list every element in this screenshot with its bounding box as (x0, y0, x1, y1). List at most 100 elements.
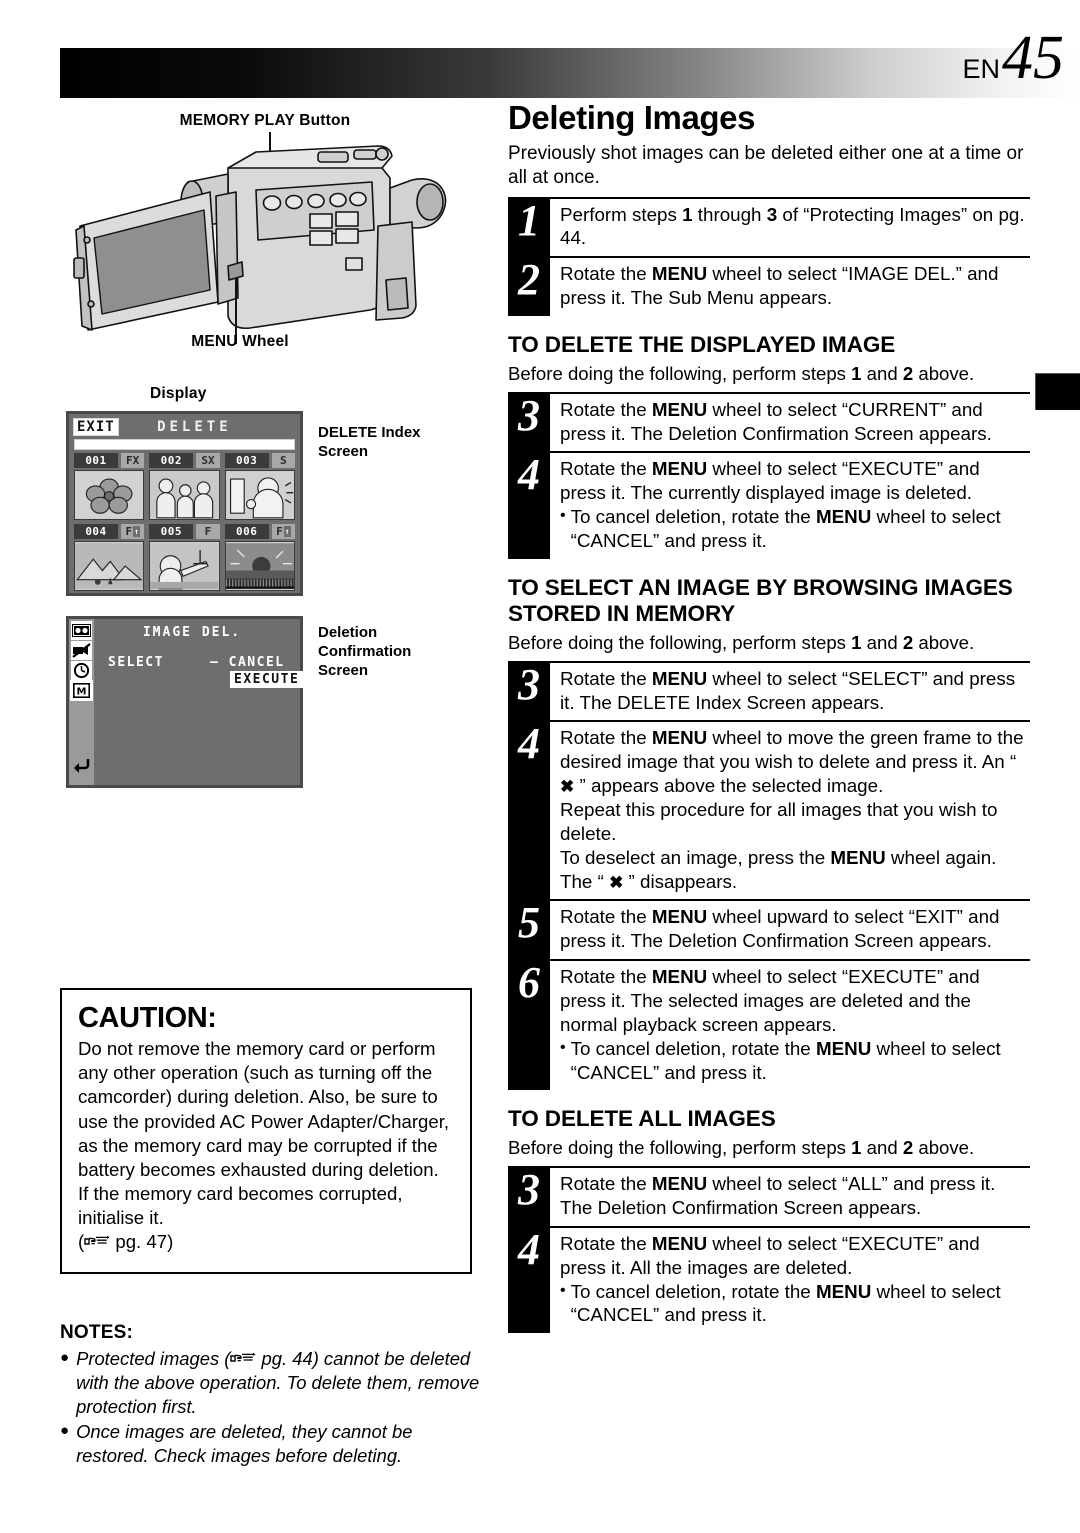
step-number: 4 (508, 1225, 550, 1334)
note-text: Protected images ( pg. 44) cannot be del… (76, 1348, 480, 1417)
step-text: Rotate the MENU wheel to select “CURRENT… (550, 391, 1030, 452)
confirmation-screen-title: IMAGE DEL. (142, 625, 242, 640)
caution-text: Do not remove the memory card or perform… (78, 1038, 450, 1229)
bullet-icon: • (560, 1281, 566, 1299)
step-number: 3 (508, 660, 550, 721)
thumbnail-tag: S (271, 453, 295, 468)
manual-page: EN 45 MEMORY PLAY Button MENU Wheel Disp… (0, 0, 1080, 1533)
step-bullet: • To cancel deletion, rotate the MENU whe… (560, 505, 1030, 553)
step-text: Rotate the MENU wheel upward to select “… (550, 899, 1030, 959)
delete-index-screen[interactable]: EXIT DELETE 001 FX 002 SX 003 S 004 F ↑ 005 F 006 F ↑ (66, 411, 303, 596)
deletion-confirmation-screen[interactable]: M IMAGE DEL. SELECT – CANCEL EXECUTE (66, 616, 304, 788)
section-heading: TO DELETE THE DISPLAYED IMAGE (508, 331, 896, 357)
cancel-option[interactable]: – CANCEL (210, 655, 285, 670)
thumbnail-grid: 001 FX 002 SX 003 S 004 F ↑ 005 F 006 F ↑ (74, 453, 295, 591)
step-number: 6 (508, 959, 550, 1091)
caution-ref: ( pg. 47) (78, 1231, 173, 1252)
right-column: Deleting Images Previously shot images c… (508, 99, 1030, 1334)
exit-button[interactable]: EXIT (73, 418, 119, 436)
thumbnail-number: 001 (74, 453, 118, 468)
caution-box: CAUTION: Do not remove the memory card o… (60, 988, 472, 1274)
instruction-step: 2 Rotate the MENU wheel to select “IMAGE … (508, 256, 1030, 316)
page-number-value: 45 (1002, 24, 1064, 92)
thumbnail-labels: 006 F ↑ (224, 524, 295, 539)
step-bullet: • To cancel deletion, rotate the MENU whe… (560, 1037, 1030, 1085)
bullet-icon: ● (60, 1422, 70, 1440)
thumbnail-number: 005 (149, 524, 194, 539)
instruction-step: 4 Rotate the MENU wheel to select “EXECUT… (508, 451, 1030, 559)
step-number: 4 (508, 451, 550, 559)
section-heading: TO DELETE ALL IMAGES (508, 1106, 776, 1132)
thumbnail-number: 006 (224, 524, 269, 539)
step-bullet-text: To cancel deletion, rotate the MENU whee… (570, 1280, 1001, 1326)
instructions-body: 1 Perform steps 1 through 3 of “Protectin… (508, 196, 1030, 1334)
bullet-icon: • (560, 1038, 566, 1056)
instruction-step: 3 Rotate the MENU wheel to select “SELECT… (508, 660, 1030, 721)
pointing-hand-icon (84, 1231, 110, 1255)
caution-heading: CAUTION: (78, 1002, 217, 1034)
step-number: 3 (508, 391, 550, 452)
steps-group-main: 1 Perform steps 1 through 3 of “Protectin… (508, 196, 1030, 316)
thumbnail-tag: FX (121, 453, 145, 468)
steps-group: 3 Rotate the MENU wheel to select “ALL” a… (508, 1166, 1030, 1334)
step-text: Perform steps 1 through 3 of “Protecting… (550, 196, 1030, 257)
step-bullet: • To cancel deletion, rotate the MENU whe… (560, 1280, 1030, 1328)
notes-list: ● Protected images ( pg. 44) cannot be de… (60, 1347, 480, 1467)
instruction-step: 6 Rotate the MENU wheel to select “EXECUT… (508, 959, 1030, 1091)
header-gradient-bar (60, 48, 1080, 98)
thumbnail-tag: F (196, 524, 220, 539)
thumbnail-image[interactable] (224, 470, 295, 520)
label-deletion-confirmation-screen: Deletion Confirmation Screen (318, 624, 412, 680)
thumbnail-cell[interactable]: 006 F ↑ (224, 524, 295, 591)
thumbnail-image[interactable] (74, 470, 145, 520)
bullet-icon: • (560, 507, 566, 525)
thumbnail-image[interactable] (149, 541, 220, 591)
tape-icon[interactable] (71, 621, 92, 640)
pointing-hand-icon (230, 1348, 257, 1371)
thumbnail-tag: SX (196, 453, 220, 468)
thumbnail-cell[interactable]: 002 SX (149, 453, 220, 520)
camera-off-icon[interactable] (71, 641, 92, 660)
thumbnail-cell[interactable]: 003 S (224, 453, 295, 520)
step-text: Rotate the MENU wheel to select “ALL” an… (550, 1166, 1030, 1226)
memory-card-icon[interactable]: M (70, 680, 93, 701)
step-text: Rotate the MENU wheel to select “EXECUTE… (550, 959, 1030, 1090)
thumbnail-cell[interactable]: 004 F ↑ (74, 524, 145, 591)
callout-display: Display (150, 385, 207, 402)
index-screen-title: DELETE (157, 419, 232, 435)
thumbnail-image[interactable] (149, 470, 220, 520)
section-heading: TO SELECT AN IMAGE BY BROWSING IMAGES ST… (508, 574, 1013, 626)
thumbnail-cell[interactable]: 001 FX (74, 453, 145, 520)
instruction-step: 1 Perform steps 1 through 3 of “Protectin… (508, 196, 1030, 257)
step-text: Rotate the MENU wheel to select “EXECUTE… (550, 451, 1030, 558)
thumbnail-number: 002 (149, 453, 194, 468)
label-delete-index-screen: DELETE Index Screen (318, 424, 421, 461)
menu-icon-sidebar: M (69, 619, 94, 785)
execute-option[interactable]: EXECUTE (230, 671, 304, 688)
step-bullet-text: To cancel deletion, rotate the MENU whee… (570, 1037, 1001, 1083)
select-label: SELECT (108, 655, 164, 670)
bullet-icon: ● (60, 1349, 70, 1366)
note-text: Once images are deleted, they cannot be … (76, 1421, 413, 1466)
thumbnail-labels: 005 F (149, 524, 220, 539)
step-text: Rotate the MENU wheel to select “EXECUTE… (550, 1225, 1030, 1333)
clock-icon[interactable] (71, 661, 92, 680)
instruction-step: 4 Rotate the MENU wheel to select “EXECUT… (508, 1225, 1030, 1334)
instruction-step: 3 Rotate the MENU wheel to select “ALL” a… (508, 1166, 1030, 1226)
thumbnail-image[interactable] (224, 541, 295, 591)
thumbnail-image[interactable] (74, 541, 145, 591)
step-number: 4 (508, 720, 550, 900)
caution-body: Do not remove the memory card or perform… (78, 1037, 454, 1256)
thumbnail-tag: F ↑ (271, 524, 295, 539)
thumbnail-labels: 002 SX (149, 453, 220, 468)
edge-thumb-tab (1035, 373, 1080, 410)
notes-heading: NOTES: (60, 1322, 133, 1343)
instruction-step: 5 Rotate the MENU wheel upward to select … (508, 899, 1030, 960)
instruction-step: 4 Rotate the MENU wheel to move the green… (508, 720, 1030, 900)
steps-group: 3 Rotate the MENU wheel to select “CURREN… (508, 391, 1030, 559)
callout-menu-wheel: MENU Wheel (191, 333, 289, 350)
return-icon[interactable] (71, 756, 92, 775)
thumbnail-tag: F ↑ (121, 524, 145, 539)
thumbnail-cell[interactable]: 005 F (149, 524, 220, 591)
